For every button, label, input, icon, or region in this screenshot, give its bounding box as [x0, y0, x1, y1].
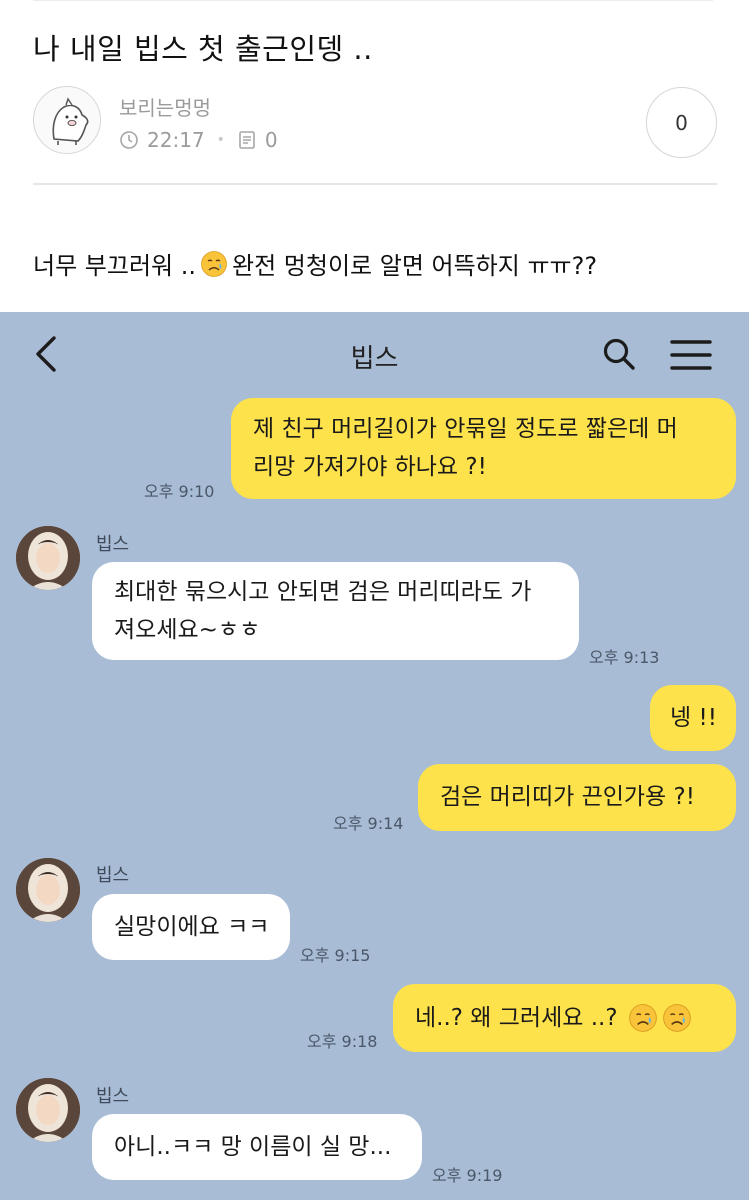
- my-message-bubble[interactable]: 검은 머리띠가 끈인가용 ?!: [418, 764, 736, 831]
- post-divider: [33, 183, 717, 185]
- message-time: 오후 9:19: [432, 1166, 503, 1185]
- comment-icon: [239, 131, 255, 149]
- message-text: 넹 !!: [670, 705, 717, 731]
- author-avatar[interactable]: [33, 86, 101, 154]
- post-title: 나 내일 빕스 첫 출근인뎅 ..: [33, 32, 373, 66]
- partner-avatar[interactable]: [16, 1078, 80, 1142]
- sender-name: 빕스: [96, 865, 130, 886]
- message-time: 오후 9:15: [300, 946, 371, 965]
- message-text: 검은 머리띠가 끈인가용 ?!: [440, 784, 695, 810]
- search-icon[interactable]: [601, 336, 637, 372]
- post-body: 너무 부끄러워 .. 완전 멍청이로 알면 어뜩하지 ㅠㅠ??: [33, 246, 597, 281]
- crying-face-icon: [628, 1004, 657, 1032]
- message-time: 오후 9:10: [144, 482, 215, 501]
- partner-message-bubble[interactable]: 아니..ㅋㅋ 망 이름이 실 망...: [92, 1114, 422, 1180]
- top-divider: [33, 0, 713, 1]
- message-text-line: 져오세요~ㅎㅎ: [114, 617, 261, 643]
- post-body-text-1: 너무 부끄러워 ..: [33, 252, 196, 280]
- like-count: 0: [675, 110, 688, 135]
- message-time: 오후 9:18: [307, 1032, 378, 1051]
- sender-name: 빕스: [96, 1086, 130, 1107]
- profile-photo-icon: [16, 858, 80, 922]
- hamburger-menu-icon[interactable]: [670, 338, 712, 372]
- post-card: 나 내일 빕스 첫 출근인뎅 .. 보리는멍멍 22:17 • 0 0 너무 부…: [0, 0, 749, 312]
- message-time: 오후 9:14: [333, 814, 404, 833]
- profile-photo-icon: [16, 526, 80, 590]
- post-body-text-2: 완전 멍청이로 알면 어뜩하지 ㅠㅠ??: [232, 252, 598, 280]
- message-text-line: 리망 가져가야 하나요 ?!: [253, 454, 487, 480]
- crying-face-icon: [662, 1004, 691, 1032]
- meta-separator-dot: •: [216, 132, 225, 148]
- sender-name: 빕스: [96, 534, 130, 555]
- partner-message-bubble[interactable]: 실망이에요 ㅋㅋ: [92, 894, 290, 960]
- comment-count: 0: [264, 128, 278, 152]
- like-button[interactable]: 0: [646, 87, 717, 158]
- profile-photo-icon: [16, 1078, 80, 1142]
- my-message-bubble[interactable]: 제 친구 머리길이가 안묶일 정도로 짧은데 머 리망 가져가야 하나요 ?!: [231, 398, 736, 499]
- pig-character-icon: [52, 97, 89, 145]
- message-text: 아니..ㅋㅋ 망 이름이 실 망...: [114, 1134, 392, 1160]
- message-time: 오후 9:13: [589, 648, 660, 667]
- message-text-line: 최대한 묶으시고 안되면 검은 머리띠라도 가: [114, 579, 532, 605]
- post-meta: 22:17 • 0: [119, 126, 278, 154]
- partner-message-bubble[interactable]: 최대한 묶으시고 안되면 검은 머리띠라도 가 져오세요~ㅎㅎ: [92, 562, 579, 660]
- post-time: 22:17: [147, 128, 205, 152]
- my-message-bubble[interactable]: 넹 !!: [650, 685, 736, 751]
- message-text: 실망이에요 ㅋㅋ: [114, 914, 270, 940]
- partner-avatar[interactable]: [16, 858, 80, 922]
- chat-header: 빕스: [0, 312, 749, 398]
- chat-screenshot: 빕스 오후 9:10 제 친구 머리길이가 안묶일 정도로 짧은데 머 리망 가…: [0, 312, 749, 1200]
- message-text: 네..? 왜 그러세요 ..?: [415, 1005, 618, 1031]
- clock-icon: [120, 131, 138, 149]
- message-text-line: 제 친구 머리길이가 안묶일 정도로 짧은데 머: [253, 416, 678, 442]
- my-message-bubble[interactable]: 네..? 왜 그러세요 ..?: [393, 984, 736, 1052]
- partner-avatar[interactable]: [16, 526, 80, 590]
- author-name[interactable]: 보리는멍멍: [119, 92, 211, 121]
- crying-face-icon: [201, 250, 227, 277]
